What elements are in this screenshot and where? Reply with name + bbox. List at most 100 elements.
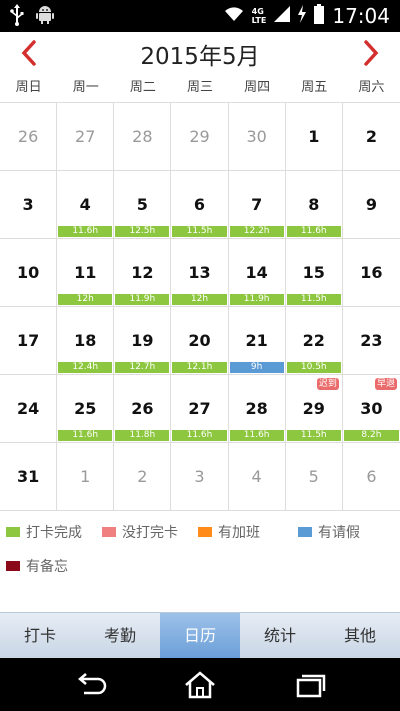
network-type-top: 4G: [251, 7, 264, 16]
day-number: 29: [189, 127, 210, 146]
calendar-day-cell[interactable]: 24: [0, 375, 58, 443]
calendar-day-cell[interactable]: 22 10.5h: [285, 307, 343, 375]
tab-other[interactable]: 其他: [320, 613, 400, 658]
legend-item-done: 打卡完成: [6, 522, 82, 542]
calendar-day-cell[interactable]: 6 11.5h: [171, 171, 229, 239]
home-icon: [185, 671, 215, 699]
calendar-day-cell[interactable]: 7 12.2h: [228, 171, 286, 239]
screen: 4G LTE 17:04 2015年5月 周日 周一 周二 周三 周四 周五 周…: [0, 0, 400, 711]
day-number: 29: [302, 399, 325, 418]
calendar-day-cell[interactable]: 31: [0, 443, 58, 511]
day-number: 1: [80, 467, 91, 486]
calendar-day-cell[interactable]: 13 12h: [171, 239, 229, 307]
weekday-label: 周日: [15, 80, 42, 95]
status-bar: 4G LTE 17:04: [0, 0, 400, 32]
calendar-day-cell[interactable]: 6: [342, 443, 400, 511]
day-number: 17: [16, 331, 40, 350]
recent-apps-button[interactable]: [292, 670, 328, 700]
calendar-day-cell[interactable]: 2: [114, 443, 172, 511]
calendar-day-cell[interactable]: 20 12.1h: [171, 307, 229, 375]
calendar-day-cell[interactable]: 3: [171, 443, 229, 511]
calendar-day-cell[interactable]: 5: [285, 443, 343, 511]
calendar-day-cell[interactable]: 5 12.5h: [114, 171, 172, 239]
calendar-day-cell[interactable]: 19 12.7h: [114, 307, 172, 375]
day-number: 2: [365, 127, 377, 146]
legend-swatch: [6, 527, 20, 537]
calendar-day-cell[interactable]: 12 11.9h: [114, 239, 172, 307]
month-title: 2015年5月: [140, 44, 260, 70]
legend-item-memo: 有备忘: [6, 556, 68, 576]
calendar-day-cell[interactable]: 4 11.6h: [57, 171, 115, 239]
home-button[interactable]: [182, 670, 218, 700]
calendar-day-cell[interactable]: 28 11.6h: [228, 375, 286, 443]
legend-label: 打卡完成: [26, 525, 82, 541]
calendar-day-cell[interactable]: 1: [285, 103, 343, 171]
day-number: 5: [308, 467, 319, 486]
weekday-label: 周三: [186, 80, 213, 95]
calendar-day-cell[interactable]: 23: [342, 307, 400, 375]
worked-hours-bar: 11.9h: [229, 294, 284, 305]
legend-label: 有备忘: [26, 559, 68, 575]
calendar-day-cell[interactable]: 26 11.8h: [114, 375, 172, 443]
worked-hours-bar: 11.6h: [172, 430, 227, 441]
worked-hours-bar: 11.9h: [115, 294, 170, 305]
day-number: 24: [16, 399, 40, 418]
day-number: 4: [79, 195, 91, 214]
worked-hours-bar: 12.7h: [115, 362, 170, 373]
worked-hours-bar: 11.6h: [229, 430, 284, 441]
calendar-day-cell[interactable]: 3: [0, 171, 58, 239]
calendar-day-cell[interactable]: 27: [57, 103, 115, 171]
day-number: 8: [308, 195, 320, 214]
tab-attendance[interactable]: 考勤: [80, 613, 160, 658]
calendar-day-cell[interactable]: 2: [342, 103, 400, 171]
clock: 17:04: [332, 4, 390, 28]
system-nav-bar: [0, 658, 400, 711]
cell-signal-icon: [274, 6, 291, 26]
calendar-day-cell[interactable]: 9: [342, 171, 400, 239]
calendar-day-cell[interactable]: 28: [114, 103, 172, 171]
status-bar-right: 4G LTE 17:04: [224, 0, 390, 32]
chevron-right-icon: [364, 40, 379, 66]
network-type: 4G LTE: [252, 7, 267, 25]
calendar-header: 2015年5月: [0, 32, 400, 72]
charging-icon: [298, 5, 307, 27]
calendar-day-cell[interactable]: 16: [342, 239, 400, 307]
calendar-day-cell[interactable]: 26: [0, 103, 58, 171]
calendar-day-cell[interactable]: 10: [0, 239, 58, 307]
day-number: 11: [74, 263, 97, 282]
calendar-day-cell[interactable]: 4: [228, 443, 286, 511]
calendar-day-cell[interactable]: 27 11.6h: [171, 375, 229, 443]
day-number: 26: [131, 399, 154, 418]
legend-item-overtime: 有加班: [198, 522, 260, 542]
calendar-day-cell[interactable]: 18 12.4h: [57, 307, 115, 375]
calendar-day-cell[interactable]: 30: [228, 103, 286, 171]
day-number: 9: [365, 195, 377, 214]
calendar-day-cell[interactable]: 29: [171, 103, 229, 171]
day-number: 19: [131, 331, 154, 350]
calendar-day-cell[interactable]: 8 11.6h: [285, 171, 343, 239]
back-button[interactable]: [72, 670, 108, 700]
next-month-button[interactable]: [356, 36, 386, 70]
calendar-day-cell[interactable]: 14 11.9h: [228, 239, 286, 307]
recent-apps-icon: [296, 674, 326, 698]
worked-hours-bar: 11.5h: [172, 226, 227, 237]
calendar-day-cell[interactable]: 11 12h: [57, 239, 115, 307]
android-icon: [36, 4, 54, 30]
worked-hours-bar: 12.4h: [58, 362, 113, 373]
worked-hours-bar: 10.5h: [286, 362, 341, 373]
tab-calendar[interactable]: 日历: [160, 613, 240, 658]
calendar-day-cell[interactable]: 15 11.5h: [285, 239, 343, 307]
calendar-day-cell[interactable]: 21 9h: [228, 307, 286, 375]
weekday-label: 周四: [244, 80, 271, 95]
tab-punch[interactable]: 打卡: [0, 613, 80, 658]
worked-hours-bar: 11.5h: [286, 430, 341, 441]
weekday-label: 周六: [358, 80, 385, 95]
tab-statistics[interactable]: 统计: [240, 613, 320, 658]
day-number: 22: [302, 331, 325, 350]
calendar-day-cell[interactable]: 17: [0, 307, 58, 375]
worked-hours-bar: 9h: [229, 362, 284, 373]
calendar-day-cell[interactable]: 30 8.2h 早退: [342, 375, 400, 443]
calendar-day-cell[interactable]: 1: [57, 443, 115, 511]
calendar-day-cell[interactable]: 29 11.5h 迟到: [285, 375, 343, 443]
calendar-day-cell[interactable]: 25 11.6h: [57, 375, 115, 443]
